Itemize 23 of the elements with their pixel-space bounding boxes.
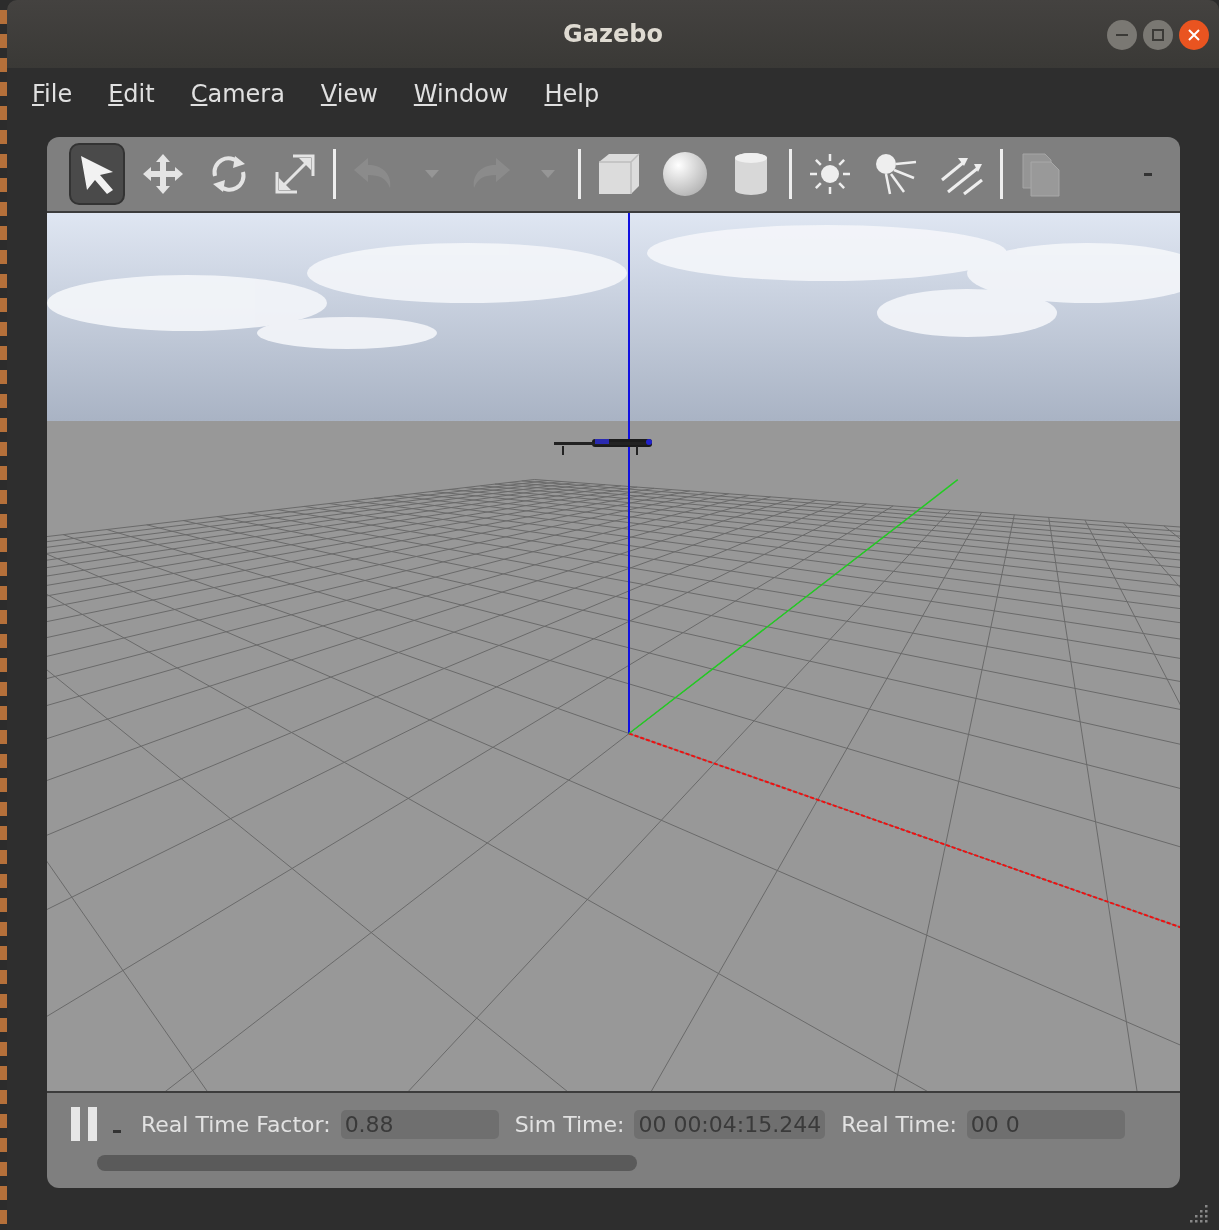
maximize-icon: [1152, 29, 1164, 41]
close-icon: [1188, 29, 1200, 41]
3d-scene-drawing[interactable]: [47, 213, 1180, 1092]
status-label: Sim Time:: [514, 1111, 625, 1137]
sphere-icon: [661, 150, 709, 199]
step-icon[interactable]: [113, 1129, 121, 1133]
minimize-icon: [1116, 34, 1128, 36]
pause-icon: [71, 1107, 99, 1142]
menu-item[interactable]: File: [32, 80, 73, 108]
status-label: Real Time:: [841, 1111, 957, 1137]
scrollbar-thumb[interactable]: [97, 1155, 637, 1172]
status-label: Real Time Factor:: [141, 1111, 331, 1137]
menu-item[interactable]: Camera: [190, 80, 285, 108]
menu-item[interactable]: Window: [413, 80, 509, 108]
menu-item[interactable]: Help: [544, 80, 600, 108]
minimize-button[interactable]: [1107, 20, 1137, 50]
window-title: Gazebo: [563, 20, 663, 48]
menu-item[interactable]: View: [320, 80, 378, 108]
maximize-button[interactable]: [1143, 20, 1173, 50]
select-tool-button[interactable]: [69, 143, 125, 206]
close-button[interactable]: [1179, 20, 1209, 50]
resize-grip-icon[interactable]: [1189, 1204, 1209, 1224]
menu-item[interactable]: Edit: [108, 80, 155, 108]
